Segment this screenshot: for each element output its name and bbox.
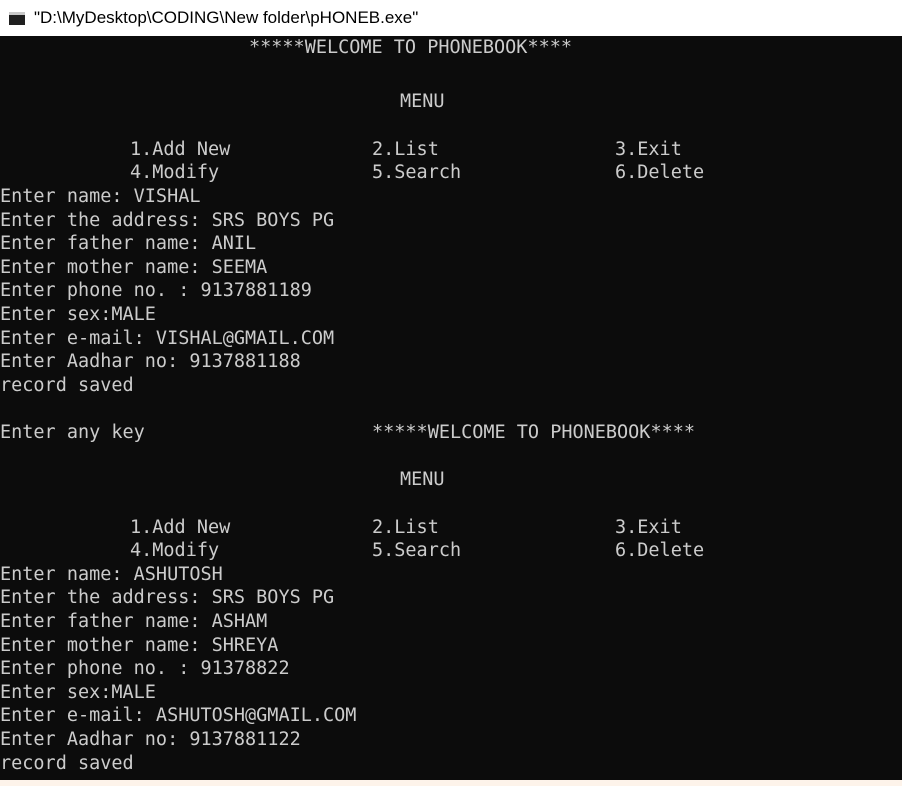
console-line: 4.Modify 5.Search 6.Delete — [0, 539, 704, 563]
record-father-line: Enter father name: ANIL — [0, 233, 257, 254]
menu-item-add-new: 1.Add New — [130, 517, 231, 538]
record-mother-line: Enter mother name: SHREYA — [0, 635, 279, 656]
menu-item-modify: 4.Modify — [130, 162, 220, 183]
record-sex-line: Enter sex:MALE — [0, 682, 156, 703]
console-line: 1.Add New 2.List 3.Exit — [0, 516, 682, 540]
console-output[interactable]: *****WELCOME TO PHONEBOOK**** MENU 1.Add… — [0, 36, 902, 780]
record-name-line: Enter name: VISHAL — [0, 186, 201, 207]
record-sex-line: Enter sex:MALE — [0, 304, 156, 325]
record-phone-line: Enter phone no. : 9137881189 — [0, 280, 312, 301]
record-email-line: Enter e-mail: VISHAL@GMAIL.COM — [0, 328, 335, 349]
console-window-icon — [9, 11, 25, 25]
any-key-prompt: Enter any key — [0, 422, 145, 443]
record-name-line: Enter name: ASHUTOSH — [0, 564, 223, 585]
welcome-banner: *****WELCOME TO PHONEBOOK**** — [249, 37, 573, 58]
console-line: Enter any key *****WELCOME TO PHONEBOOK*… — [0, 421, 695, 445]
record-phone-line: Enter phone no. : 91378822 — [0, 658, 290, 679]
welcome-banner: *****WELCOME TO PHONEBOOK**** — [372, 422, 696, 443]
record-address-line: Enter the address: SRS BOYS PG — [0, 210, 335, 231]
title-bar[interactable]: "D:\MyDesktop\CODING\New folder\pHONEB.e… — [0, 0, 902, 36]
record-saved-line: record saved — [0, 375, 134, 396]
menu-title: MENU — [400, 469, 445, 490]
record-aadhar-line: Enter Aadhar no: 9137881188 — [0, 351, 301, 372]
menu-item-modify: 4.Modify — [130, 540, 220, 561]
menu-item-exit: 3.Exit — [615, 139, 682, 160]
record-address-line: Enter the address: SRS BOYS PG — [0, 587, 335, 608]
menu-item-list: 2.List — [372, 517, 439, 538]
record-saved-line: record saved — [0, 753, 134, 774]
menu-item-exit: 3.Exit — [615, 517, 682, 538]
menu-item-delete: 6.Delete — [615, 540, 705, 561]
window-title: "D:\MyDesktop\CODING\New folder\pHONEB.e… — [34, 8, 419, 27]
menu-item-list: 2.List — [372, 139, 439, 160]
console-line: 4.Modify 5.Search 6.Delete — [0, 161, 704, 185]
menu-item-search: 5.Search — [372, 162, 462, 183]
record-aadhar-line: Enter Aadhar no: 9137881122 — [0, 729, 301, 750]
menu-item-search: 5.Search — [372, 540, 462, 561]
record-father-line: Enter father name: ASHAM — [0, 611, 268, 632]
menu-item-add-new: 1.Add New — [130, 139, 231, 160]
console-line: 1.Add New 2.List 3.Exit — [0, 138, 682, 162]
console-line: *****WELCOME TO PHONEBOOK**** — [0, 36, 572, 60]
record-mother-line: Enter mother name: SEEMA — [0, 257, 268, 278]
record-email-line: Enter e-mail: ASHUTOSH@GMAIL.COM — [0, 705, 357, 726]
console-window: "D:\MyDesktop\CODING\New folder\pHONEB.e… — [0, 0, 902, 786]
menu-title: MENU — [400, 91, 445, 112]
console-line: MENU — [0, 90, 445, 114]
console-line: MENU — [0, 468, 445, 492]
menu-item-delete: 6.Delete — [615, 162, 705, 183]
